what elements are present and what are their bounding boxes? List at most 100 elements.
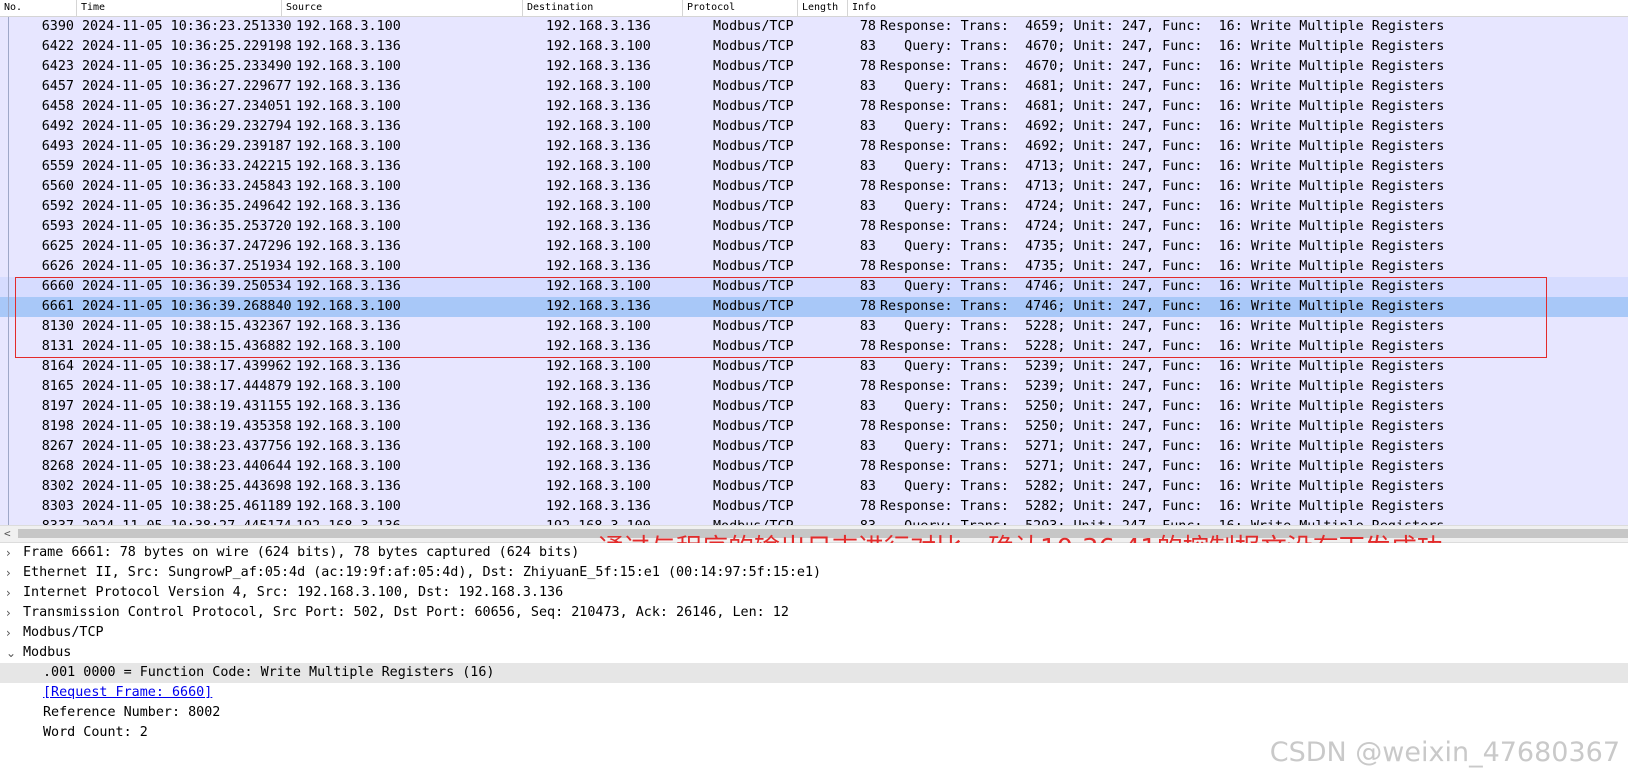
packet-time: 2024-11-05 10:38:15.436882 [82, 339, 292, 354]
packet-row[interactable]: 8130 2024-11-05 10:38:15.432367 192.168.3.… [0, 317, 1628, 337]
chevron-right-icon[interactable]: › [6, 583, 18, 603]
packet-info: Response: Trans: 5271; Unit: 247, Func: … [880, 459, 1445, 474]
column-header-info[interactable]: Info [848, 0, 1628, 16]
chevron-right-icon[interactable]: › [6, 603, 18, 623]
packet-row[interactable]: 6625 2024-11-05 10:36:37.247296 192.168.3.… [0, 237, 1628, 257]
packet-length: 78 [859, 139, 876, 154]
packet-protocol: Modbus/TCP [713, 159, 794, 174]
packet-row[interactable]: 8197 2024-11-05 10:38:19.431155 192.168.3.… [0, 397, 1628, 417]
packet-time: 2024-11-05 10:36:35.253720 [82, 219, 292, 234]
packet-time: 2024-11-05 10:36:25.233490 [82, 59, 292, 74]
packet-row[interactable]: 6423 2024-11-05 10:36:25.233490 192.168.3.… [0, 57, 1628, 77]
packet-row[interactable]: 6422 2024-11-05 10:36:25.229198 192.168.3.… [0, 37, 1628, 57]
packet-length: 83 [859, 79, 876, 94]
modbus-field-label: Word Count: 2 [43, 725, 148, 740]
chevron-right-icon[interactable]: › [6, 543, 18, 563]
packet-row[interactable]: 6493 2024-11-05 10:36:29.239187 192.168.3.… [0, 137, 1628, 157]
packet-number: 6422 [41, 39, 74, 54]
packet-number: 8131 [41, 339, 74, 354]
packet-destination: 192.168.3.100 [546, 279, 651, 294]
packet-row[interactable]: 6660 2024-11-05 10:36:39.250534 192.168.3.… [0, 277, 1628, 297]
watermark: CSDN @weixin_47680367 [1269, 737, 1620, 768]
packet-row[interactable]: 6593 2024-11-05 10:36:35.253720 192.168.3.… [0, 217, 1628, 237]
packet-row[interactable]: 8267 2024-11-05 10:38:23.437756 192.168.3.… [0, 437, 1628, 457]
packet-row[interactable]: 8337 2024-11-05 10:38:27.445174 192.168.3.… [0, 517, 1628, 525]
packet-time: 2024-11-05 10:36:29.232794 [82, 119, 292, 134]
packet-row[interactable]: 8268 2024-11-05 10:38:23.440644 192.168.3.… [0, 457, 1628, 477]
packet-list[interactable]: No. Time Source Destination Protocol Len… [0, 0, 1628, 525]
packet-number: 8165 [41, 379, 74, 394]
packet-row[interactable]: 6626 2024-11-05 10:36:37.251934 192.168.3.… [0, 257, 1628, 277]
packet-row[interactable]: 6457 2024-11-05 10:36:27.229677 192.168.3.… [0, 77, 1628, 97]
packet-row[interactable]: 8131 2024-11-05 10:38:15.436882 192.168.3.… [0, 337, 1628, 357]
packet-number: 8197 [41, 399, 74, 414]
column-header: No. Time Source Destination Protocol Len… [0, 0, 1628, 17]
column-header-length[interactable]: Length [798, 0, 848, 16]
packet-number: 6457 [41, 79, 74, 94]
packet-number: 6625 [41, 239, 74, 254]
packet-length: 83 [859, 399, 876, 414]
details-tree-item[interactable]: › Modbus/TCP [0, 623, 1628, 643]
modbus-field[interactable]: Reference Number: 8002 [0, 703, 1628, 723]
packet-time: 2024-11-05 10:36:39.250534 [82, 279, 292, 294]
scroll-left-arrow-icon[interactable]: < [4, 526, 11, 542]
details-tree-item[interactable]: ⌄ Modbus [0, 643, 1628, 663]
chevron-right-icon[interactable]: › [6, 563, 18, 583]
modbus-field[interactable]: .001 0000 = Function Code: Write Multipl… [0, 663, 1628, 683]
packet-row[interactable]: 6492 2024-11-05 10:36:29.232794 192.168.3.… [0, 117, 1628, 137]
packet-info: Query: Trans: 4692; Unit: 247, Func: 16:… [880, 119, 1445, 134]
packet-row[interactable]: 8165 2024-11-05 10:38:17.444879 192.168.3.… [0, 377, 1628, 397]
column-header-protocol[interactable]: Protocol [683, 0, 798, 16]
column-header-time[interactable]: Time [77, 0, 282, 16]
packet-row[interactable]: 8302 2024-11-05 10:38:25.443698 192.168.3.… [0, 477, 1628, 497]
details-tree-item[interactable]: › Frame 6661: 78 bytes on wire (624 bits)… [0, 543, 1628, 563]
packet-length: 83 [859, 199, 876, 214]
packet-row[interactable]: 6458 2024-11-05 10:36:27.234051 192.168.3.… [0, 97, 1628, 117]
column-header-source[interactable]: Source [282, 0, 523, 16]
details-tree-item[interactable]: › Transmission Control Protocol, Src Port… [0, 603, 1628, 623]
packet-length: 83 [859, 239, 876, 254]
packet-row[interactable]: 8164 2024-11-05 10:38:17.439962 192.168.3.… [0, 357, 1628, 377]
details-tree-item[interactable]: › Ethernet II, Src: SungrowP_af:05:4d (ac… [0, 563, 1628, 583]
packet-row[interactable]: 6592 2024-11-05 10:36:35.249642 192.168.3.… [0, 197, 1628, 217]
packet-source: 192.168.3.100 [296, 99, 401, 114]
packet-destination: 192.168.3.100 [546, 39, 651, 54]
packet-info: Response: Trans: 4670; Unit: 247, Func: … [880, 59, 1445, 74]
packet-protocol: Modbus/TCP [713, 59, 794, 74]
packet-row[interactable]: 6390 2024-11-05 10:36:23.251330 192.168.3.… [0, 17, 1628, 37]
packet-protocol: Modbus/TCP [713, 439, 794, 454]
chevron-down-icon[interactable]: ⌄ [6, 643, 18, 663]
packet-protocol: Modbus/TCP [713, 459, 794, 474]
packet-row[interactable]: 6661 2024-11-05 10:36:39.268840 192.168.3.… [0, 297, 1628, 317]
request-frame-link-row[interactable]: [Request Frame: 6660] [0, 683, 1628, 703]
packet-info: Query: Trans: 4724; Unit: 247, Func: 16:… [880, 199, 1445, 214]
details-tree-label: Transmission Control Protocol, Src Port:… [23, 605, 789, 620]
packet-time: 2024-11-05 10:38:25.443698 [82, 479, 292, 494]
packet-row[interactable]: 8198 2024-11-05 10:38:19.435358 192.168.3.… [0, 417, 1628, 437]
packet-row[interactable]: 8303 2024-11-05 10:38:25.461189 192.168.3.… [0, 497, 1628, 517]
column-header-no[interactable]: No. [0, 0, 77, 16]
packet-row[interactable]: 6559 2024-11-05 10:36:33.242215 192.168.3.… [0, 157, 1628, 177]
packet-length: 83 [859, 359, 876, 374]
packet-details[interactable]: › Frame 6661: 78 bytes on wire (624 bits)… [0, 543, 1628, 776]
packet-time: 2024-11-05 10:36:29.239187 [82, 139, 292, 154]
column-header-destination[interactable]: Destination [523, 0, 683, 16]
related-packet-gutter [8, 17, 9, 525]
chevron-right-icon[interactable]: › [6, 623, 18, 643]
details-tree-item[interactable]: › Internet Protocol Version 4, Src: 192.1… [0, 583, 1628, 603]
packet-row[interactable]: 6560 2024-11-05 10:36:33.245843 192.168.3.… [0, 177, 1628, 197]
packet-time: 2024-11-05 10:36:27.229677 [82, 79, 292, 94]
packet-info: Response: Trans: 4659; Unit: 247, Func: … [880, 19, 1445, 34]
request-frame-link[interactable]: [Request Frame: 6660] [43, 683, 212, 703]
packet-source: 192.168.3.100 [296, 179, 401, 194]
packet-source: 192.168.3.136 [296, 119, 401, 134]
packet-destination: 192.168.3.100 [546, 399, 651, 414]
packet-source: 192.168.3.136 [296, 359, 401, 374]
packet-length: 83 [859, 119, 876, 134]
packet-source: 192.168.3.136 [296, 159, 401, 174]
packet-length: 83 [859, 39, 876, 54]
packet-number: 6493 [41, 139, 74, 154]
packet-number: 8164 [41, 359, 74, 374]
packet-info: Response: Trans: 5282; Unit: 247, Func: … [880, 499, 1445, 514]
packet-info: Query: Trans: 5250; Unit: 247, Func: 16:… [880, 399, 1445, 414]
